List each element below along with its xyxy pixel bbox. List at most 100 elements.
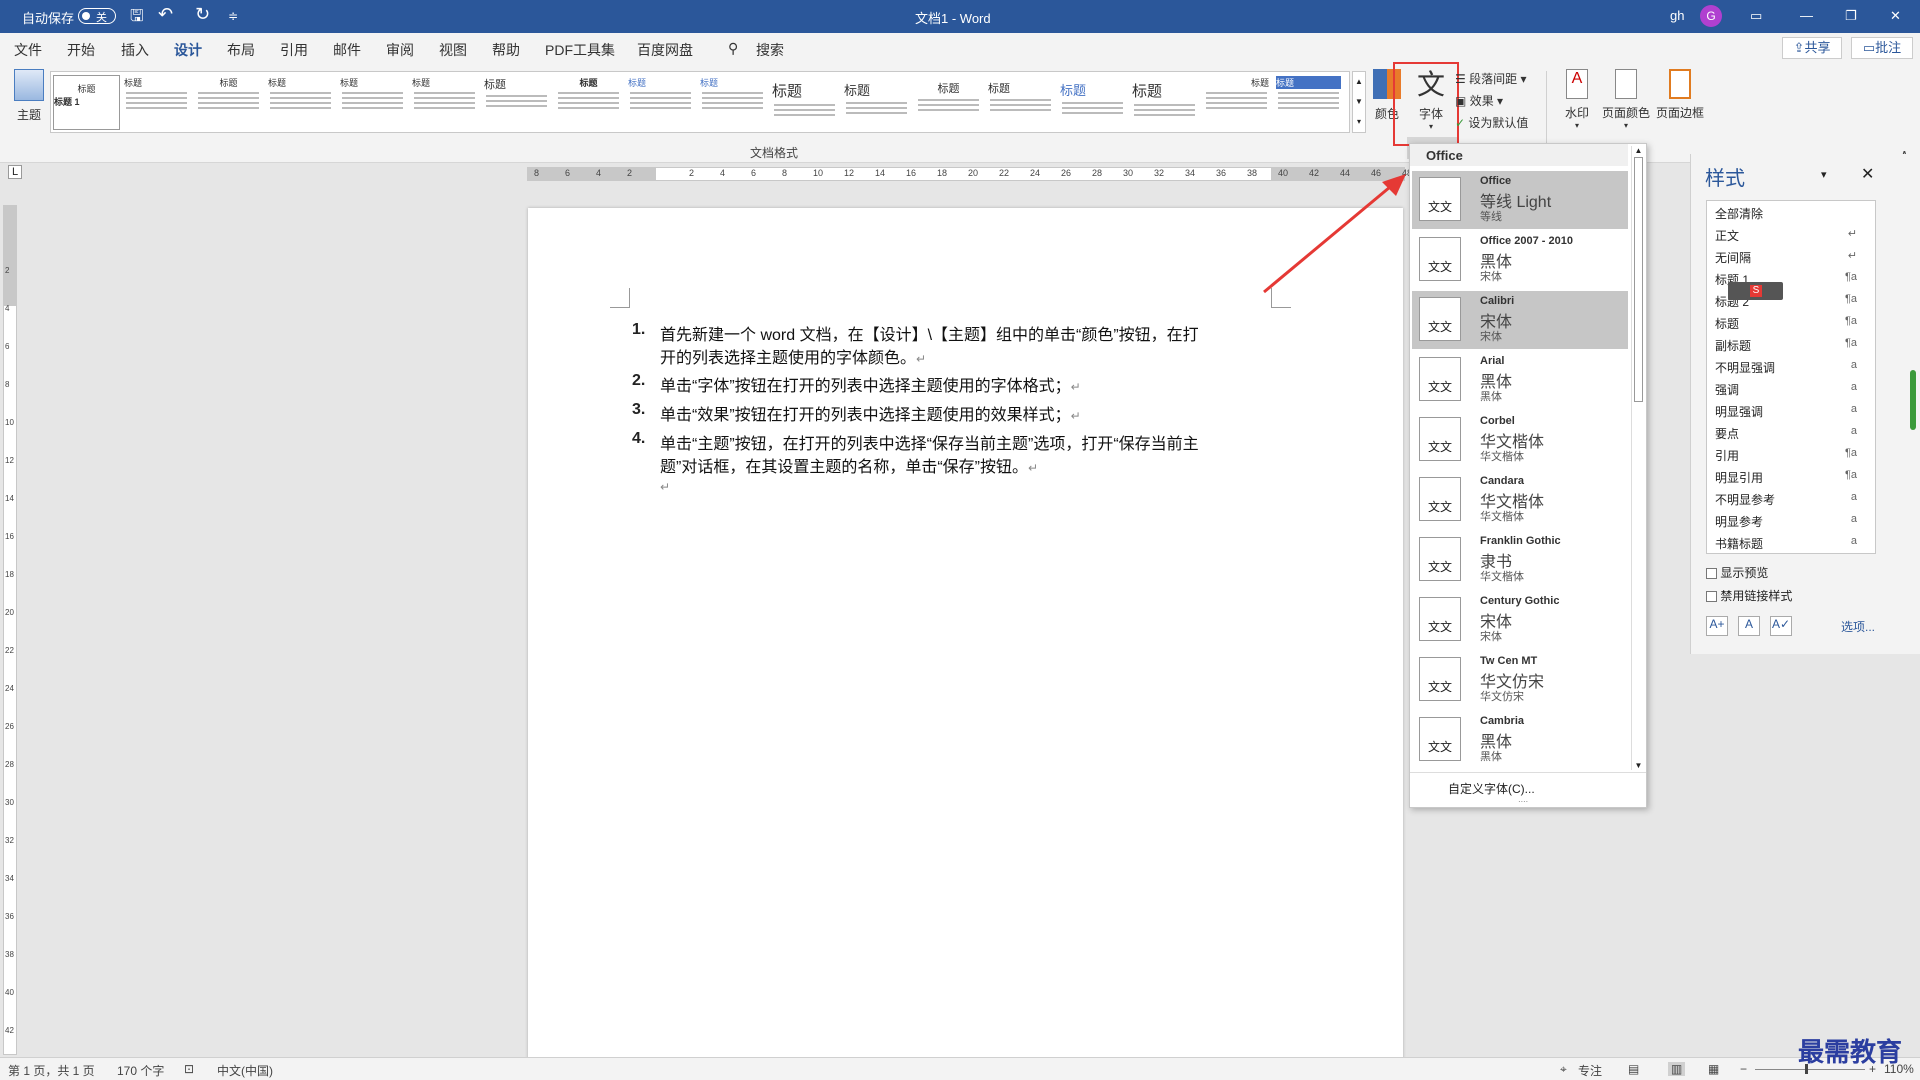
themes-button[interactable]: 主题 bbox=[10, 69, 48, 123]
manage-styles-icon[interactable]: A✓ bbox=[1770, 616, 1792, 636]
style-inspector-icon[interactable]: A bbox=[1738, 616, 1760, 636]
style-item[interactable]: 正文 bbox=[1715, 227, 1739, 244]
font-theme-item[interactable]: 文文 Cambria 黑体 黑体 bbox=[1412, 711, 1628, 769]
share-button[interactable]: ⇪共享 bbox=[1782, 37, 1842, 59]
autosave-toggle[interactable]: 关 bbox=[78, 8, 116, 24]
page-count[interactable]: 第 1 页，共 1 页 bbox=[8, 1062, 95, 1079]
tab-help[interactable]: 帮助 bbox=[492, 40, 520, 60]
customize-qat-icon[interactable]: ≑ bbox=[228, 9, 238, 23]
undo-icon[interactable]: ↶ bbox=[158, 4, 173, 25]
style-item[interactable]: 全部清除 bbox=[1715, 205, 1763, 222]
style-set-item[interactable]: 标题 bbox=[771, 75, 838, 130]
zoom-slider[interactable] bbox=[1755, 1064, 1865, 1074]
page-color-button[interactable]: 页面颜色 ▾ bbox=[1598, 69, 1654, 130]
language[interactable]: 中文(中国) bbox=[217, 1062, 273, 1079]
search-label[interactable]: 搜索 bbox=[756, 40, 784, 60]
style-set-item[interactable]: 标题 bbox=[411, 75, 478, 130]
show-preview-checkbox[interactable]: 显示预览 bbox=[1706, 564, 1768, 581]
style-set-item[interactable]: 标题 bbox=[1131, 75, 1198, 130]
disable-linked-styles-checkbox[interactable]: 禁用链接样式 bbox=[1706, 587, 1792, 604]
options-link[interactable]: 选项... bbox=[1841, 618, 1875, 635]
style-set-item[interactable]: 标题 bbox=[627, 75, 694, 130]
font-theme-item[interactable]: 文文 Calibri 宋体 宋体 bbox=[1412, 291, 1628, 349]
resize-grip[interactable]: ∙∙∙∙ bbox=[1518, 796, 1528, 806]
font-theme-item[interactable]: 文文 Office 等线 Light 等线 bbox=[1412, 171, 1628, 229]
print-layout-icon[interactable]: ▥ bbox=[1668, 1062, 1686, 1076]
close-icon[interactable]: ✕ bbox=[1890, 8, 1901, 24]
theme-fonts-dropdown[interactable]: Office 文文 Office 等线 Light 等线 文文 Office 2007 -… bbox=[1409, 143, 1647, 808]
style-set-item[interactable]: 标题 bbox=[1275, 75, 1342, 130]
style-item[interactable]: 明显强调 bbox=[1715, 403, 1763, 420]
read-mode-icon[interactable]: ▤ bbox=[1628, 1062, 1639, 1076]
style-item[interactable]: 副标题 bbox=[1715, 337, 1751, 354]
font-theme-item[interactable]: 文文 Franklin Gothic 隶书 华文楷体 bbox=[1412, 531, 1628, 589]
font-theme-item[interactable]: 文文 Century Gothic 宋体 宋体 bbox=[1412, 591, 1628, 649]
style-item[interactable]: 强调 bbox=[1715, 381, 1739, 398]
font-theme-item[interactable]: 文文 Candara 华文楷体 华文楷体 bbox=[1412, 471, 1628, 529]
dropdown-scrollbar[interactable]: ▲ ▼ bbox=[1631, 146, 1645, 770]
tab-file[interactable]: 文件 bbox=[14, 40, 42, 60]
effects-button[interactable]: ▣ 效果 ▾ bbox=[1455, 92, 1503, 109]
user-name[interactable]: gh bbox=[1670, 8, 1684, 23]
gallery-scroll[interactable]: ▲ ▼ ▾ bbox=[1352, 71, 1366, 133]
tab-view[interactable]: 视图 bbox=[439, 40, 467, 60]
style-set-item[interactable]: 标题 bbox=[267, 75, 334, 130]
style-set-item[interactable]: 标题 bbox=[483, 75, 550, 130]
tab-selector[interactable]: L bbox=[8, 165, 22, 179]
paragraph-spacing-button[interactable]: ☰ 段落间距 ▾ bbox=[1455, 70, 1526, 87]
style-item[interactable]: 明显引用 bbox=[1715, 469, 1763, 486]
style-item[interactable]: 无间隔 bbox=[1715, 249, 1751, 266]
close-pane-icon[interactable]: ✕ bbox=[1861, 164, 1874, 184]
pane-options-icon[interactable]: ▾ bbox=[1821, 168, 1827, 181]
zoom-out-icon[interactable]: − bbox=[1740, 1062, 1747, 1076]
watermark-button[interactable]: A 水印 ▾ bbox=[1556, 69, 1598, 130]
tab-home[interactable]: 开始 bbox=[67, 40, 95, 60]
style-set-item[interactable]: 标题 bbox=[1203, 75, 1270, 130]
word-count[interactable]: 170 个字 bbox=[117, 1062, 164, 1079]
font-theme-item[interactable]: 文文 Corbel 华文楷体 华文楷体 bbox=[1412, 411, 1628, 469]
save-icon[interactable]: 🖫 bbox=[130, 5, 144, 32]
scroll-thumb[interactable] bbox=[1634, 157, 1643, 402]
font-theme-item[interactable]: 文文 Tw Cen MT 华文仿宋 华文仿宋 bbox=[1412, 651, 1628, 709]
search-icon[interactable]: ⚲ bbox=[728, 40, 738, 57]
style-item[interactable]: 明显参考 bbox=[1715, 513, 1763, 530]
input-method-toolbar[interactable]: S bbox=[1728, 282, 1783, 300]
style-set-item[interactable]: 标题 标题 1 bbox=[53, 75, 120, 130]
restore-icon[interactable]: ❐ bbox=[1845, 8, 1857, 24]
style-set-gallery[interactable]: 标题 标题 1 标题 标题 标题 标题 标题 标题 标题 标题 标题 标题 标题 … bbox=[50, 71, 1350, 133]
tab-layout[interactable]: 布局 bbox=[227, 40, 255, 60]
focus-icon[interactable]: ⌖ bbox=[1560, 1062, 1567, 1077]
style-set-item[interactable]: 标题 bbox=[1059, 75, 1126, 130]
page-borders-button[interactable]: 页面边框 bbox=[1652, 69, 1708, 121]
web-layout-icon[interactable]: ▦ bbox=[1708, 1062, 1719, 1076]
tab-pdf-tools[interactable]: PDF工具集 bbox=[545, 40, 615, 60]
tab-baidu-netdisk[interactable]: 百度网盘 bbox=[637, 40, 693, 60]
vertical-ruler[interactable]: 2 4 6 8 10 12 14 16 18 20 22 24 26 28 30 32 34 36 38 40 42 bbox=[3, 205, 17, 1055]
style-item[interactable]: 不明显强调 bbox=[1715, 359, 1775, 376]
style-set-item[interactable]: 标题 bbox=[339, 75, 406, 130]
tab-design[interactable]: 设计 bbox=[174, 40, 202, 66]
custom-fonts-item[interactable]: 自定义字体(C)... bbox=[1448, 780, 1535, 797]
redo-icon[interactable]: ↻ bbox=[195, 4, 210, 25]
tab-insert[interactable]: 插入 bbox=[121, 40, 149, 60]
tab-mailings[interactable]: 邮件 bbox=[333, 40, 361, 60]
minimize-icon[interactable]: — bbox=[1800, 8, 1813, 23]
style-item[interactable]: 不明显参考 bbox=[1715, 491, 1775, 508]
style-item[interactable]: 引用 bbox=[1715, 447, 1739, 464]
style-set-item[interactable]: 标题 bbox=[987, 75, 1054, 130]
styles-list[interactable]: 全部清除 正文 ↵ 无间隔 ↵ 标题 1 ¶a 标题 2 ¶a 标题 ¶a 副标题 ¶a 不明显强调 a 强调… bbox=[1706, 200, 1876, 554]
avatar[interactable]: G bbox=[1700, 5, 1722, 27]
style-set-item[interactable]: 标题 bbox=[123, 75, 190, 130]
style-set-item[interactable]: 标题 bbox=[843, 75, 910, 130]
proofing-icon[interactable]: ⊡ bbox=[184, 1062, 194, 1076]
style-set-item[interactable]: 标题 bbox=[195, 75, 262, 130]
style-set-item[interactable]: 标题 bbox=[915, 75, 982, 130]
font-theme-item[interactable]: 文文 Office 2007 - 2010 黑体 宋体 bbox=[1412, 231, 1628, 289]
style-set-item[interactable]: 标题 bbox=[699, 75, 766, 130]
font-theme-item[interactable]: 文文 Arial 黑体 黑体 bbox=[1412, 351, 1628, 409]
tab-references[interactable]: 引用 bbox=[280, 40, 308, 60]
style-item[interactable]: 要点 bbox=[1715, 425, 1739, 442]
style-set-item[interactable]: 标题 bbox=[555, 75, 622, 130]
ribbon-display-icon[interactable]: ▭ bbox=[1750, 8, 1762, 24]
tab-review[interactable]: 审阅 bbox=[386, 40, 414, 60]
